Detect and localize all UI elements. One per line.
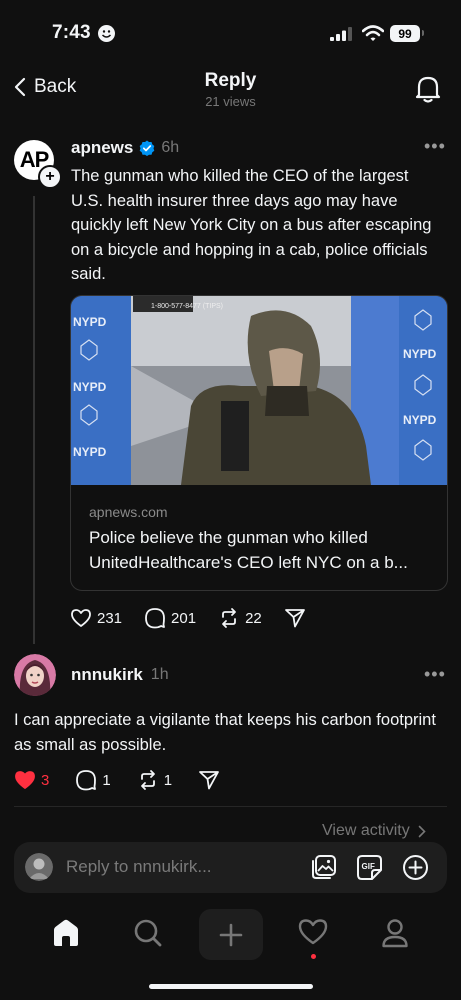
reply-repost-count: 1 [163,771,173,789]
reply-actions: 3 1 1 [14,769,246,791]
reply-like-count: 3 [41,771,50,789]
focus-mode-icon [98,25,115,42]
reply-share-button[interactable] [198,770,220,790]
send-icon [284,609,305,628]
comment-icon [145,608,165,629]
reply-text: I can appreciate a vigilante that keeps … [14,711,436,754]
thread-connector [33,196,35,644]
view-activity-label: View activity [322,822,410,839]
share-button[interactable] [284,608,306,628]
send-icon [199,771,219,790]
reply-like-button[interactable]: 3 [14,770,49,790]
link-domain: apnews.com [89,504,168,520]
home-tab-icon[interactable] [50,917,82,949]
verified-badge-icon [140,140,155,156]
backdrop-brand: NYPD [403,413,437,427]
view-count: 21 views [205,94,256,109]
post-text: The gunman who killed the CEO of the lar… [71,167,432,283]
create-tab-button[interactable] [199,909,263,960]
search-tab-icon[interactable] [132,917,164,949]
repost-count: 22 [245,609,262,627]
battery-tip [422,30,424,36]
backdrop-brand: NYPD [73,445,107,459]
page-title: Reply [204,70,257,91]
like-count: 231 [97,609,123,627]
more-options-icon[interactable]: ••• [424,136,446,157]
article-image: NYPD NYPD NYPD NYPD NYPD 1-800-577-8477 … [71,296,447,485]
svg-text:GIF: GIF [362,862,375,871]
follow-plus-button[interactable]: + [38,165,62,189]
plus-icon [219,923,243,946]
my-profile-photo [25,853,53,881]
nnnukirk-avatar[interactable] [14,654,56,696]
profile-photo [14,654,56,696]
status-time: 7:43 [52,22,91,43]
profile-tab-icon[interactable] [380,917,410,949]
my-avatar [25,853,53,881]
heart-filled-icon [15,771,35,789]
view-activity-link[interactable]: View activity [322,822,426,840]
activity-tab-icon[interactable] [298,917,328,947]
reply-repost-button[interactable]: 1 [137,769,172,791]
divider [14,806,447,807]
reply-input[interactable] [66,851,286,883]
hotline-caption: 1-800-577-8477 (TIPS) [151,303,223,310]
heart-icon [71,609,91,627]
activity-notification-dot [311,954,316,959]
repost-icon [222,608,236,628]
home-indicator [149,984,313,989]
reply-header: nnnukirk 1h [71,665,169,685]
reply-reply-button[interactable]: 1 [75,769,111,791]
reply-username[interactable]: nnnukirk [71,665,143,685]
like-button[interactable]: 231 [70,608,122,628]
post-time: 6h [161,139,180,156]
wifi-icon [362,25,384,41]
reply-time: 1h [150,666,169,683]
battery-indicator: 99 [390,25,420,42]
backdrop-brand: NYPD [73,315,107,329]
reply-composer: GIF [14,842,447,893]
backdrop-brand: NYPD [73,380,107,394]
gif-icon[interactable]: GIF [356,854,383,881]
link-preview-card[interactable]: NYPD NYPD NYPD NYPD NYPD 1-800-577-8477 … [70,295,448,591]
reply-more-options-icon[interactable]: ••• [424,664,446,685]
post-header: apnews 6h [71,138,179,158]
comment-icon [76,770,97,791]
reply-count: 201 [171,609,197,627]
notification-bell-icon[interactable] [414,74,442,104]
add-attachment-icon[interactable] [402,854,429,881]
link-title: Police believe the gunman who killed Uni… [89,528,408,572]
chevron-right-icon [418,825,426,837]
cellular-signal-icon [330,27,352,41]
backdrop-brand: NYPD [403,347,437,361]
repost-button[interactable]: 22 [218,607,262,629]
reply-reply-count: 1 [102,771,111,789]
post-username[interactable]: apnews [71,138,133,158]
gallery-icon[interactable] [310,854,337,881]
reply-button[interactable]: 201 [144,607,196,629]
post-actions: 231 201 22 [70,607,328,629]
repost-icon [140,770,155,790]
